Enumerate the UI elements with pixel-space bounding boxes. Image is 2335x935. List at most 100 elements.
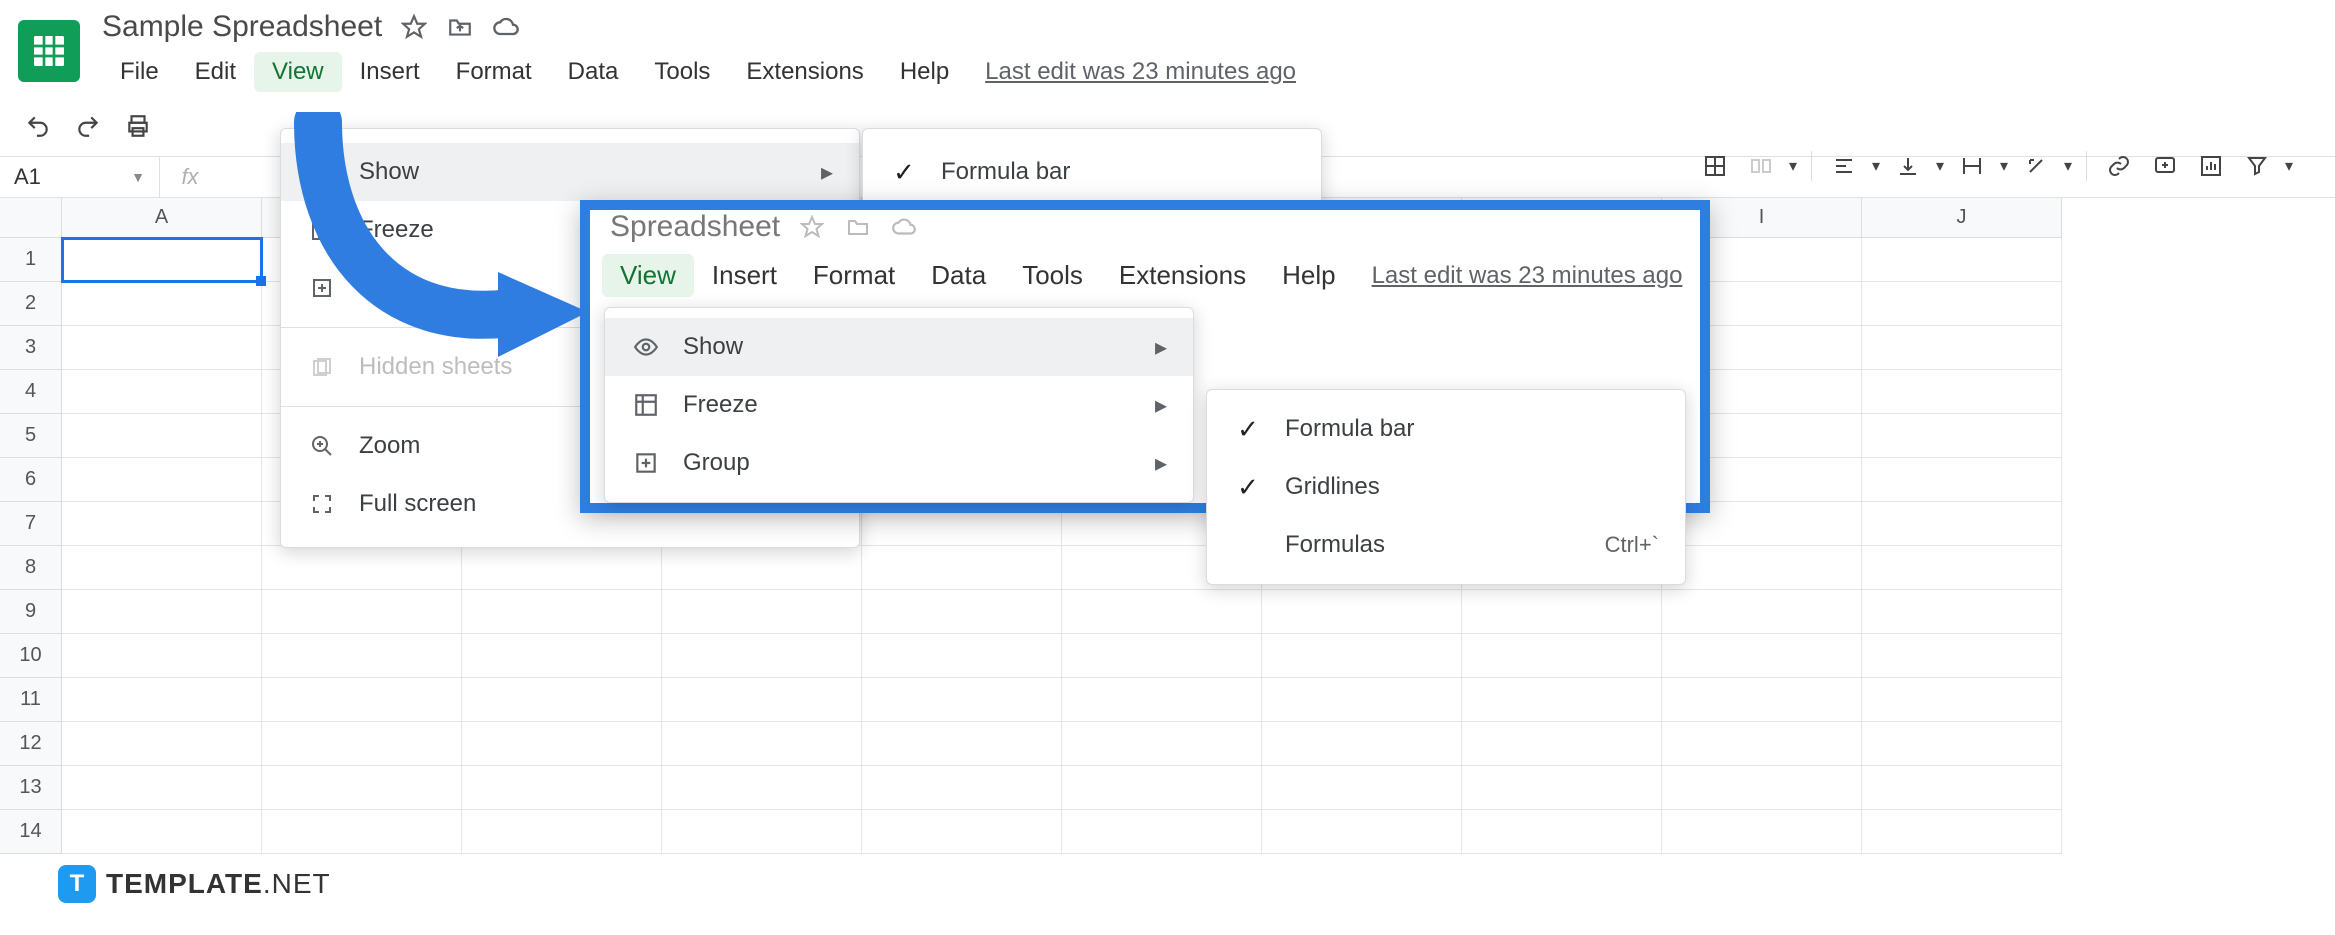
cell[interactable] [62, 502, 262, 546]
menu-item-show[interactable]: Show ▸ [605, 318, 1193, 376]
cell[interactable] [1862, 590, 2062, 634]
cell[interactable] [62, 238, 262, 282]
cell[interactable] [862, 766, 1062, 810]
menu-tools[interactable]: Tools [1004, 254, 1101, 297]
cell[interactable] [1862, 546, 2062, 590]
cell[interactable] [62, 810, 262, 854]
cell[interactable] [62, 370, 262, 414]
row-header[interactable]: 10 [0, 634, 62, 678]
cell[interactable] [462, 546, 662, 590]
cell[interactable] [662, 810, 862, 854]
row-header[interactable]: 8 [0, 546, 62, 590]
cell[interactable] [62, 414, 262, 458]
filter-icon[interactable] [2237, 146, 2277, 186]
row-header[interactable]: 3 [0, 326, 62, 370]
cell[interactable] [1262, 722, 1462, 766]
cell[interactable] [1662, 590, 1862, 634]
cell[interactable] [862, 634, 1062, 678]
cell[interactable] [262, 634, 462, 678]
cell[interactable] [1462, 590, 1662, 634]
column-header[interactable]: J [1862, 198, 2062, 238]
row-header[interactable]: 4 [0, 370, 62, 414]
row-header[interactable]: 7 [0, 502, 62, 546]
cell[interactable] [1862, 458, 2062, 502]
dropdown-caret-icon[interactable]: ▾ [1787, 146, 1799, 186]
menu-insert[interactable]: Insert [694, 254, 795, 297]
menu-help[interactable]: Help [1264, 254, 1353, 297]
row-header[interactable]: 5 [0, 414, 62, 458]
dropdown-caret-icon[interactable]: ▾ [1870, 146, 1882, 186]
cell[interactable] [62, 766, 262, 810]
menu-help[interactable]: Help [882, 52, 967, 92]
cell[interactable] [1462, 810, 1662, 854]
cell[interactable] [1262, 766, 1462, 810]
cell[interactable] [1662, 766, 1862, 810]
menu-edit[interactable]: Edit [177, 52, 254, 92]
undo-icon[interactable] [18, 106, 58, 146]
cell[interactable] [1862, 370, 2062, 414]
cell[interactable] [1062, 634, 1262, 678]
cell[interactable] [1662, 678, 1862, 722]
cell[interactable] [1062, 810, 1262, 854]
cell[interactable] [62, 546, 262, 590]
menu-data[interactable]: Data [913, 254, 1004, 297]
dropdown-caret-icon[interactable]: ▾ [1934, 146, 1946, 186]
sheets-app-icon[interactable] [18, 20, 80, 82]
row-header[interactable]: 2 [0, 282, 62, 326]
cell[interactable] [1662, 722, 1862, 766]
cell[interactable] [1062, 678, 1262, 722]
submenu-item-gridlines[interactable]: ✓ Gridlines [1207, 458, 1685, 516]
cell[interactable] [262, 766, 462, 810]
menu-extensions[interactable]: Extensions [1101, 254, 1264, 297]
cell[interactable] [862, 810, 1062, 854]
cell[interactable] [62, 282, 262, 326]
cell[interactable] [462, 634, 662, 678]
cell[interactable] [662, 722, 862, 766]
last-edit-link[interactable]: Last edit was 23 minutes ago [985, 58, 1296, 86]
cell[interactable] [462, 678, 662, 722]
dropdown-caret-icon[interactable]: ▾ [2062, 146, 2074, 186]
row-header[interactable]: 13 [0, 766, 62, 810]
cell[interactable] [662, 678, 862, 722]
cell[interactable] [1862, 678, 2062, 722]
cell[interactable] [1862, 414, 2062, 458]
cell[interactable] [462, 722, 662, 766]
last-edit-link[interactable]: Last edit was 23 minutes ago [1372, 262, 1683, 290]
submenu-item-formulas[interactable]: ✓ Formulas Ctrl+` [1207, 516, 1685, 574]
star-icon[interactable] [400, 13, 428, 41]
borders-icon[interactable] [1695, 146, 1735, 186]
cell[interactable] [462, 590, 662, 634]
name-box[interactable]: A1 ▼ [0, 157, 160, 197]
cell[interactable] [1462, 634, 1662, 678]
column-header[interactable]: A [62, 198, 262, 238]
insert-link-icon[interactable] [2099, 146, 2139, 186]
cell[interactable] [1862, 810, 2062, 854]
cell[interactable] [862, 546, 1062, 590]
menu-view[interactable]: View [602, 254, 694, 297]
cell[interactable] [62, 678, 262, 722]
row-header[interactable]: 6 [0, 458, 62, 502]
cell[interactable] [262, 590, 462, 634]
cell[interactable] [1262, 634, 1462, 678]
star-icon[interactable] [798, 213, 826, 241]
cloud-status-icon[interactable] [890, 213, 918, 241]
text-rotation-icon[interactable] [2016, 146, 2056, 186]
cell[interactable] [1862, 326, 2062, 370]
cell[interactable] [662, 634, 862, 678]
merge-cells-icon[interactable] [1741, 146, 1781, 186]
cell[interactable] [1462, 722, 1662, 766]
horizontal-align-icon[interactable] [1824, 146, 1864, 186]
cell[interactable] [662, 546, 862, 590]
move-to-folder-icon[interactable] [446, 13, 474, 41]
dropdown-caret-icon[interactable]: ▾ [1998, 146, 2010, 186]
text-wrap-icon[interactable] [1952, 146, 1992, 186]
cell[interactable] [1662, 546, 1862, 590]
cell[interactable] [1062, 722, 1262, 766]
cell[interactable] [1862, 502, 2062, 546]
menu-data[interactable]: Data [550, 52, 637, 92]
cell[interactable] [62, 634, 262, 678]
cell[interactable] [1462, 766, 1662, 810]
cell[interactable] [662, 590, 862, 634]
row-header[interactable]: 9 [0, 590, 62, 634]
cell[interactable] [1262, 590, 1462, 634]
